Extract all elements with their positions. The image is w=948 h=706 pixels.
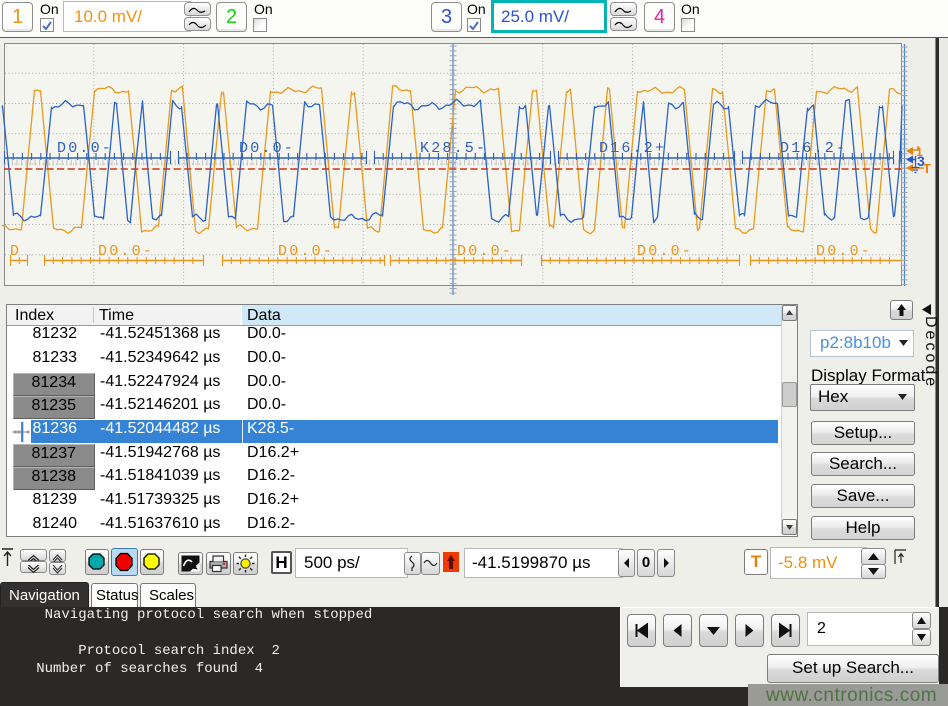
svg-text:K28.5-: K28.5- (420, 140, 487, 157)
svg-text:D16.2+: D16.2+ (599, 140, 666, 157)
svg-text:D: D (10, 243, 21, 260)
svg-text:T: T (923, 161, 931, 176)
svg-text:D0.0-: D0.0- (57, 140, 113, 157)
svg-text:D0.0-: D0.0- (239, 140, 295, 157)
svg-text:D0.0-: D0.0- (278, 243, 334, 260)
svg-text:D0.0-: D0.0- (637, 243, 693, 260)
svg-text:D16.2-: D16.2- (780, 140, 847, 157)
svg-text:D0.0-: D0.0- (457, 243, 513, 260)
svg-text:D0.0-: D0.0- (98, 243, 154, 260)
svg-text:D0.0-: D0.0- (816, 243, 872, 260)
